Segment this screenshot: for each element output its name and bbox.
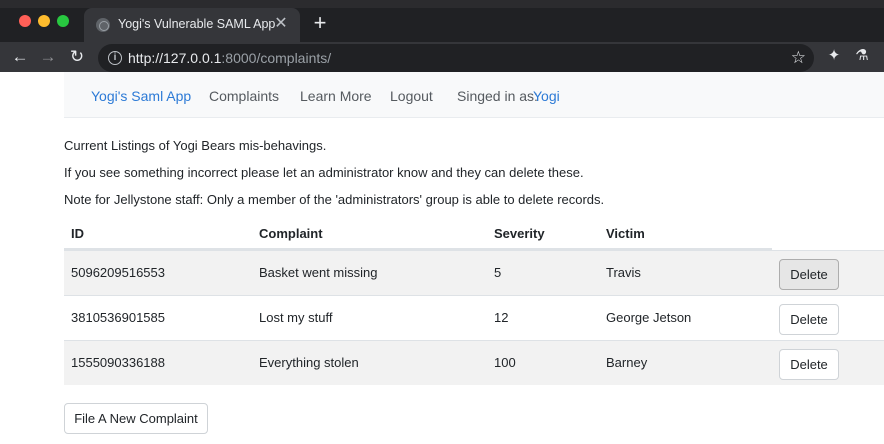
cell-victim: Travis — [606, 265, 641, 280]
table-header-row: ID Complaint Severity Victim — [64, 218, 772, 250]
nav-learn-more-link[interactable]: Learn More — [300, 88, 372, 104]
browser-chrome: Yogi's Vulnerable SAML App ✕ + ← → ↻ i h… — [0, 0, 884, 72]
cell-victim: George Jetson — [606, 310, 692, 325]
globe-icon — [96, 18, 110, 32]
intro-line-3: Note for Jellystone staff: Only a member… — [64, 192, 605, 207]
reload-icon[interactable]: ↻ — [65, 45, 89, 69]
cell-victim: Barney — [606, 355, 648, 370]
header-severity: Severity — [494, 226, 545, 241]
delete-button[interactable]: Delete — [779, 259, 839, 290]
header-complaint: Complaint — [259, 226, 323, 241]
header-victim: Victim — [606, 226, 645, 241]
cell-complaint: Basket went missing — [259, 265, 378, 280]
cell-complaint: Lost my stuff — [259, 310, 333, 325]
cell-severity: 12 — [494, 310, 509, 325]
delete-button[interactable]: Delete — [779, 349, 839, 380]
cell-complaint: Everything stolen — [259, 355, 359, 370]
site-navbar: Yogi's Saml App Complaints Learn More Lo… — [64, 72, 884, 118]
browser-toolbar: ← → ↻ i http://127.0.0.1:8000/complaints… — [0, 42, 884, 72]
close-tab-icon[interactable]: ✕ — [272, 15, 290, 33]
delete-button[interactable]: Delete — [779, 304, 839, 335]
table-row: 5096209516553 Basket went missing 5 Trav… — [64, 250, 884, 295]
header-id: ID — [71, 226, 84, 241]
intro-line-2: If you see something incorrect please le… — [64, 165, 584, 180]
intro-line-1: Current Listings of Yogi Bears mis-behav… — [64, 138, 327, 153]
signed-in-label: Singed in as: — [457, 88, 538, 104]
forward-arrow-icon[interactable]: → — [36, 45, 60, 69]
puzzle-extension-icon[interactable]: ✦ — [824, 45, 844, 67]
address-bar[interactable]: i http://127.0.0.1:8000/complaints/ ☆ — [98, 44, 814, 72]
info-icon[interactable]: i — [108, 51, 122, 65]
flask-icon[interactable]: ⚗ — [852, 45, 872, 67]
window-top-strip — [0, 0, 884, 8]
url-host: http://127.0.0.1 — [128, 50, 222, 66]
back-arrow-icon[interactable]: ← — [8, 45, 32, 69]
cell-severity: 100 — [494, 355, 516, 370]
cell-severity: 5 — [494, 265, 502, 280]
signed-in-user-link[interactable]: Yogi — [533, 88, 560, 104]
minimize-window-button[interactable] — [38, 15, 50, 27]
cell-id: 3810536901585 — [71, 310, 165, 325]
file-new-complaint-button[interactable]: File A New Complaint — [64, 403, 208, 434]
tab-title: Yogi's Vulnerable SAML App — [118, 17, 276, 31]
star-icon[interactable]: ☆ — [791, 47, 806, 69]
close-window-button[interactable] — [19, 15, 31, 27]
cell-id: 1555090336188 — [71, 355, 165, 370]
cell-id: 5096209516553 — [71, 265, 165, 280]
url-path: :8000/complaints/ — [221, 50, 332, 66]
new-tab-button[interactable]: + — [310, 11, 330, 35]
maximize-window-button[interactable] — [57, 15, 69, 27]
browser-tab[interactable]: Yogi's Vulnerable SAML App ✕ — [84, 8, 300, 42]
table-row: 1555090336188 Everything stolen 100 Barn… — [64, 340, 884, 385]
page-content: Yogi's Saml App Complaints Learn More Lo… — [0, 72, 884, 444]
nav-complaints-link[interactable]: Complaints — [209, 88, 279, 104]
url-text[interactable]: http://127.0.0.1:8000/complaints/ — [128, 50, 331, 66]
brand-link[interactable]: Yogi's Saml App — [91, 88, 191, 104]
nav-logout-link[interactable]: Logout — [390, 88, 433, 104]
table-row: 3810536901585 Lost my stuff 12 George Je… — [64, 295, 884, 340]
